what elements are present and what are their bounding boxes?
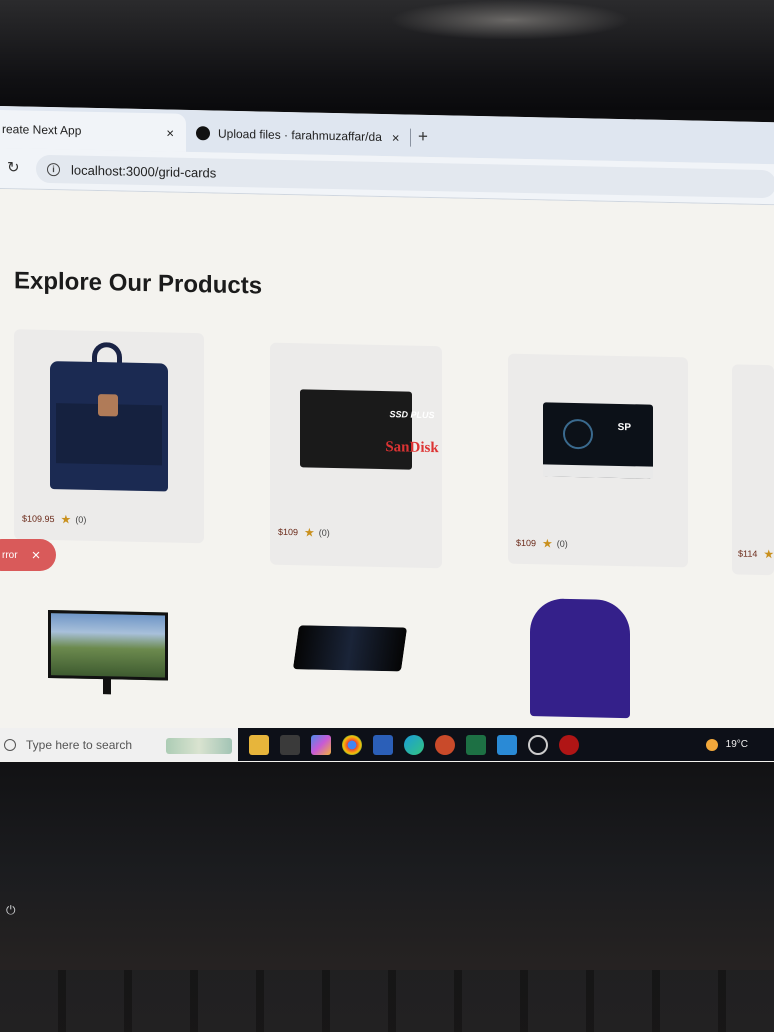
recording-icon[interactable]: [559, 734, 579, 755]
page-title: Explore Our Products: [14, 267, 263, 300]
tab-divider: [410, 128, 411, 147]
price-rating-row: $109.95 ★ (0): [22, 511, 86, 526]
product-card[interactable]: [292, 625, 416, 688]
price-rating-row: $109 ★ (0): [516, 536, 568, 551]
monitor-image: [48, 610, 168, 681]
search-icon: [4, 738, 16, 751]
product-card[interactable]: $109.95 ★ (0): [14, 329, 204, 544]
toast-text: rror: [2, 549, 18, 561]
product-rating: (0): [318, 527, 330, 538]
copilot-icon[interactable]: [311, 734, 331, 755]
star-icon: ★: [60, 512, 72, 527]
curved-monitor-image: [292, 625, 408, 672]
weather-icon: [705, 738, 718, 751]
price-rating-row: $109 ★ (0): [278, 525, 330, 540]
info-icon[interactable]: i: [47, 162, 60, 176]
powerpoint-icon[interactable]: [435, 734, 455, 755]
whatsapp-icon[interactable]: [528, 734, 548, 755]
excel-icon[interactable]: [466, 734, 486, 755]
url-text: localhost:3000/grid-cards: [71, 161, 217, 181]
product-price: $109: [516, 537, 537, 549]
product-card-partial[interactable]: $114 ★: [732, 364, 774, 576]
product-card[interactable]: [530, 598, 640, 740]
tab-title: reate Next App: [2, 122, 82, 138]
reload-icon[interactable]: ↻: [7, 158, 20, 176]
sp-brand-label: SP: [617, 421, 631, 434]
silicon-power-ssd-image: SP: [543, 402, 653, 479]
tab-title: Upload files · farahmuzaffar/da: [218, 126, 382, 144]
temperature: 19°C: [725, 739, 748, 750]
search-placeholder: Type here to search: [26, 737, 133, 752]
product-image: SSD PLUS SanDisk: [270, 343, 442, 517]
product-card[interactable]: [48, 610, 178, 693]
power-icon: ⏻: [6, 903, 16, 917]
chrome-icon[interactable]: [342, 734, 362, 755]
keyboard-keys: [0, 970, 774, 1032]
laptop-bezel: [0, 0, 774, 110]
github-icon: [196, 126, 210, 141]
star-icon: ★: [304, 525, 315, 540]
jacket-image: [530, 598, 630, 719]
tab-close-button[interactable]: ×: [166, 125, 174, 140]
toast-close-icon[interactable]: ×: [32, 547, 41, 564]
screen: reate Next App × Upload files · farahmuz…: [0, 106, 774, 779]
product-price: $109: [278, 526, 299, 538]
new-tab-button[interactable]: +: [418, 127, 428, 147]
ssd-model-label: SSD PLUS: [389, 409, 435, 421]
product-image: SP: [508, 354, 688, 528]
word-icon[interactable]: [373, 734, 393, 755]
store-icon[interactable]: [280, 734, 300, 755]
tab-create-next-app[interactable]: reate Next App ×: [0, 110, 186, 152]
backpack-image: [50, 341, 168, 492]
weather-widget[interactable]: 19°C: [705, 738, 748, 751]
bezel-reflection: [390, 0, 630, 40]
file-explorer-icon[interactable]: [249, 734, 269, 755]
product-rating: (0): [556, 538, 568, 549]
taskbar-search[interactable]: Type here to search: [0, 728, 238, 761]
star-icon: ★: [763, 546, 774, 562]
ssd-brand-label: SanDisk: [385, 439, 439, 457]
product-rating: (0): [75, 514, 87, 525]
product-card[interactable]: SSD PLUS SanDisk $109 ★ (0): [270, 342, 442, 569]
product-price: $114: [738, 548, 758, 559]
price-rating-row: $114 ★: [738, 546, 774, 561]
tab-close-button[interactable]: ×: [392, 130, 400, 145]
tab-upload-files[interactable]: Upload files · farahmuzaffar/da ×: [196, 114, 410, 156]
sandisk-ssd-image: SSD PLUS SanDisk: [300, 389, 439, 470]
edge-icon[interactable]: [404, 734, 424, 755]
vscode-icon[interactable]: [497, 734, 517, 755]
page-content: Explore Our Products $109.95 ★ (0) SSD P…: [0, 189, 774, 779]
star-icon: ★: [542, 536, 553, 551]
product-price: $109.95: [22, 513, 55, 525]
error-toast[interactable]: rror ×: [0, 539, 56, 571]
taskbar: Type here to search 19°C: [0, 728, 774, 761]
search-highlight-image: [166, 738, 232, 754]
product-image: [14, 329, 204, 503]
product-card[interactable]: SP $109 ★ (0): [508, 353, 688, 568]
